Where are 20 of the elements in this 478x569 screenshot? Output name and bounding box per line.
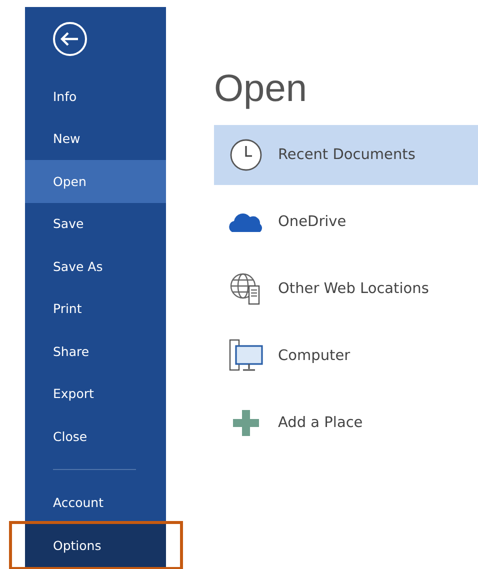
menu-item[interactable]: Export <box>25 372 166 415</box>
menu-item[interactable]: Open <box>25 160 166 202</box>
location-item[interactable]: Computer <box>214 326 478 386</box>
page-title: Open <box>214 68 307 111</box>
location-item[interactable]: OneDrive <box>214 192 478 252</box>
computer-icon <box>227 338 265 374</box>
location-item[interactable]: Other Web Locations <box>214 259 478 319</box>
location-item[interactable]: Add a Place <box>214 393 478 453</box>
menu-item[interactable]: Close <box>25 415 166 458</box>
menu-item[interactable]: Account <box>25 482 166 524</box>
menu-item[interactable]: Info <box>25 75 166 118</box>
menu-item[interactable]: Share <box>25 330 166 372</box>
location-item[interactable]: Recent Documents <box>214 125 478 185</box>
menu-item[interactable]: Save <box>25 202 166 245</box>
plus-icon <box>231 408 261 438</box>
clock-icon <box>229 138 263 172</box>
menu-item[interactable]: Print <box>25 288 166 330</box>
menu-item[interactable]: New <box>25 118 166 160</box>
menu-item[interactable]: Save As <box>25 245 166 288</box>
menu-item[interactable]: Options <box>25 524 166 566</box>
